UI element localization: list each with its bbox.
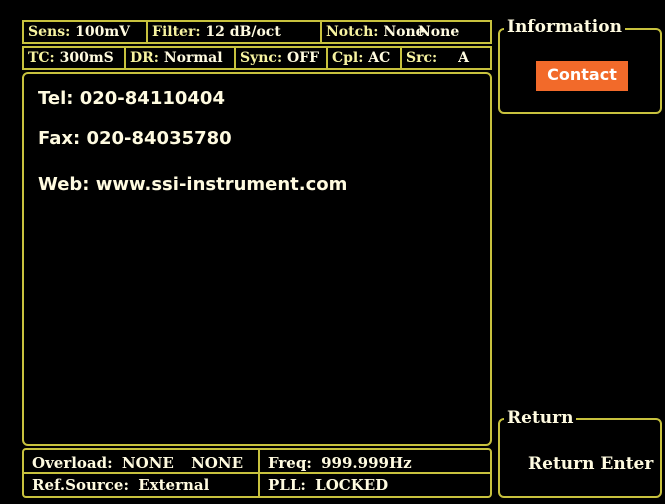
return-title: Return xyxy=(504,409,577,427)
src-field: Src: A xyxy=(406,50,469,66)
contact-button[interactable]: Contact xyxy=(536,61,628,91)
status-row-2: TC: 300mS DR: Normal Sync: OFF Cpl: AC S… xyxy=(22,46,492,70)
contact-info-panel: Tel: 020-84110404 Fax: 020-84035780 Web:… xyxy=(22,72,492,446)
dr-field: DR: Normal xyxy=(126,48,236,68)
web-line: Web: www.ssi-instrument.com xyxy=(38,174,348,195)
notch-field-2: None xyxy=(418,24,460,40)
fax-line: Fax: 020-84035780 xyxy=(38,128,232,149)
tel-line: Tel: 020-84110404 xyxy=(38,88,225,109)
overload-line: Overload: NONE NONE xyxy=(32,454,243,472)
ref-source-line: Ref.Source: External xyxy=(32,476,210,494)
sync-field: Sync: OFF xyxy=(236,48,328,68)
pll-line: PLL: LOCKED xyxy=(268,476,389,494)
sens-field: Sens: 100mV xyxy=(24,22,148,42)
tc-field: TC: 300mS xyxy=(24,48,126,68)
freq-line: Freq: 999.999Hz xyxy=(268,454,412,472)
cpl-field: Cpl: AC xyxy=(328,48,402,68)
return-enter-button[interactable]: Return Enter xyxy=(528,454,653,474)
filter-field: Filter: 12 dB/oct xyxy=(148,22,322,42)
footer-bar: Overload: NONE NONE Ref.Source: External… xyxy=(22,448,492,498)
status-row-1: Sens: 100mV Filter: 12 dB/oct Notch: Non… xyxy=(22,20,492,44)
footer-divider-h xyxy=(24,472,490,474)
information-title: Information xyxy=(504,18,625,36)
